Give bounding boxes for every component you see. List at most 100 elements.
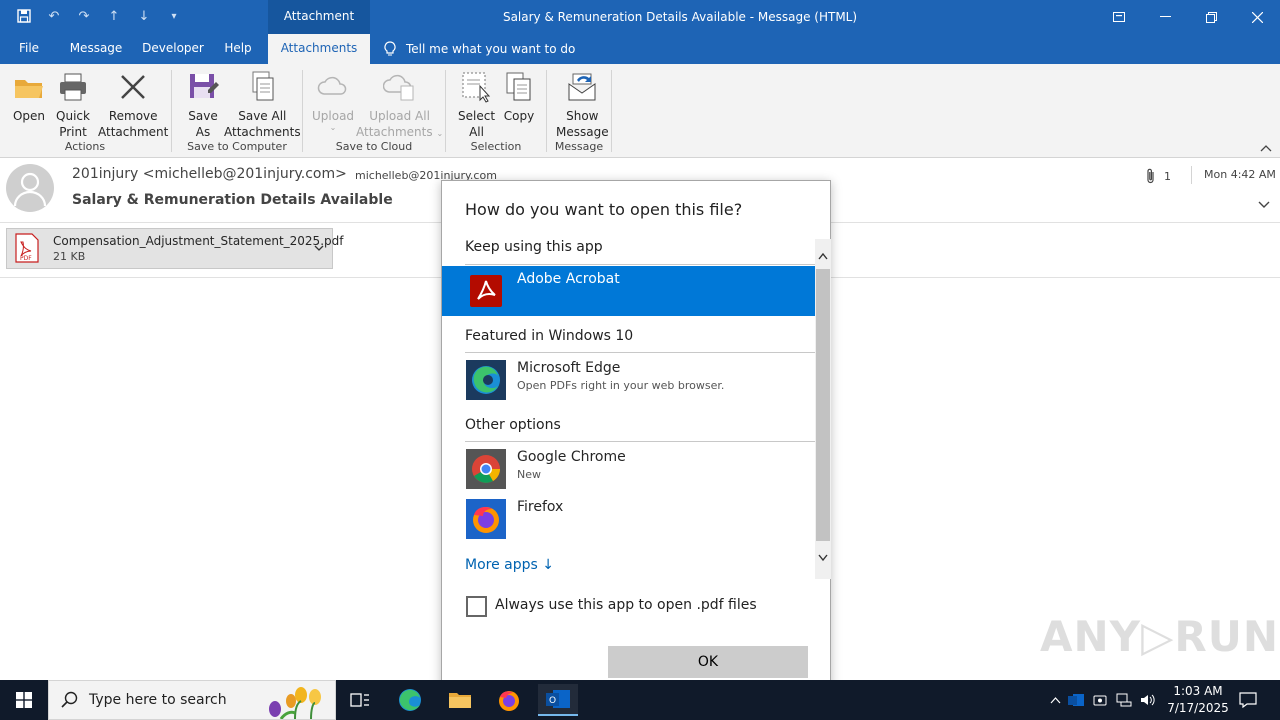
tab-developer[interactable]: Developer bbox=[138, 34, 208, 64]
ok-button[interactable]: OK bbox=[608, 646, 808, 678]
attachment-dropdown-icon[interactable] bbox=[314, 241, 324, 254]
always-use-checkbox[interactable] bbox=[466, 596, 487, 617]
cloud-icon bbox=[317, 76, 347, 95]
firefox-icon bbox=[466, 499, 506, 539]
app-option-google-chrome[interactable]: Google Chrome New bbox=[442, 444, 815, 494]
pdf-file-icon: PDF bbox=[15, 233, 39, 263]
arrow-up-icon[interactable]: ↑ bbox=[104, 6, 124, 26]
save-as-button[interactable]: Save As bbox=[186, 70, 220, 140]
arrow-down-icon[interactable]: ↓ bbox=[134, 6, 154, 26]
ribbon: Open Quick Print Remove Attachment Actio… bbox=[0, 64, 1280, 158]
clock-date: 7/17/2025 bbox=[1167, 701, 1229, 715]
taskbar: Type here to search O 1:03 AM 7/17/2025 bbox=[0, 680, 1280, 720]
tab-attachments[interactable]: Attachments bbox=[268, 34, 370, 64]
lightbulb-icon bbox=[384, 41, 396, 56]
outlook-tray-icon[interactable] bbox=[1064, 693, 1088, 707]
windows-logo-icon bbox=[16, 692, 32, 708]
group-label-save-to-computer: Save to Computer bbox=[187, 140, 287, 153]
undo-icon[interactable]: ↶ bbox=[44, 6, 64, 26]
message-date: Mon 4:42 AM bbox=[1204, 168, 1276, 181]
redo-icon[interactable]: ↷ bbox=[74, 6, 94, 26]
app-option-microsoft-edge[interactable]: Microsoft Edge Open PDFs right in your w… bbox=[442, 355, 815, 405]
tell-me-text: Tell me what you want to do bbox=[406, 41, 576, 56]
group-label-actions: Actions bbox=[64, 140, 106, 153]
copy-button[interactable]: Copy bbox=[502, 70, 536, 124]
attachment-name: Compensation_Adjustment_Statement_2025.p… bbox=[53, 234, 344, 248]
tab-file[interactable]: File bbox=[10, 34, 48, 64]
file-explorer-icon[interactable] bbox=[440, 684, 480, 716]
firefox-taskbar-icon[interactable] bbox=[489, 684, 529, 716]
taskbar-clock[interactable]: 1:03 AM 7/17/2025 bbox=[1160, 683, 1236, 717]
search-icon bbox=[61, 691, 78, 708]
taskbar-search-box[interactable]: Type here to search bbox=[48, 680, 336, 720]
show-message-button[interactable]: Show Message bbox=[556, 70, 609, 140]
show-hidden-icons-icon[interactable] bbox=[1046, 696, 1064, 704]
attachment-tools-context-label: Attachment Tools bbox=[268, 0, 370, 55]
volume-icon[interactable] bbox=[1136, 693, 1160, 707]
section-keep-using: Keep using this app bbox=[465, 239, 603, 255]
tray-app-icon[interactable] bbox=[1088, 693, 1112, 707]
more-apps-link[interactable]: More apps ↓ bbox=[465, 557, 554, 573]
printer-icon bbox=[60, 73, 86, 101]
microsoft-edge-icon bbox=[466, 360, 506, 400]
scroll-up-icon[interactable] bbox=[815, 249, 831, 269]
scrollbar-thumb[interactable] bbox=[816, 269, 830, 541]
app-name: Google Chrome bbox=[517, 449, 626, 465]
app-list-scrollbar[interactable] bbox=[815, 239, 831, 579]
collapse-ribbon-icon[interactable] bbox=[1260, 142, 1272, 155]
attachment-chip[interactable]: PDF Compensation_Adjustment_Statement_20… bbox=[6, 228, 343, 269]
tab-help[interactable]: Help bbox=[218, 34, 258, 64]
remove-attachment-button[interactable]: Remove Attachment bbox=[98, 70, 168, 140]
upload-all-attachments-button[interactable]: Upload All Attachments ⌄ bbox=[356, 70, 443, 142]
minimize-icon[interactable] bbox=[1142, 0, 1188, 34]
pdf-label: PDF bbox=[20, 255, 32, 262]
start-button[interactable] bbox=[0, 680, 48, 720]
expand-header-icon[interactable] bbox=[1258, 198, 1270, 212]
anyrun-watermark: ANY▷RUN bbox=[1040, 612, 1279, 661]
outlook-taskbar-icon[interactable]: O bbox=[538, 684, 578, 716]
section-divider bbox=[465, 352, 815, 353]
save-all-attachments-button[interactable]: Save All Attachments bbox=[224, 70, 301, 140]
clock-time: 1:03 AM bbox=[1173, 684, 1223, 698]
quick-print-button[interactable]: Quick Print bbox=[56, 70, 90, 140]
ribbon-tabs: File Message Developer Help Attachments … bbox=[0, 34, 1280, 64]
adobe-acrobat-icon bbox=[470, 275, 502, 307]
dropdown-caret-icon: ⌄ bbox=[436, 129, 444, 138]
save-as-icon bbox=[190, 74, 219, 98]
copy-icon bbox=[506, 72, 531, 101]
upload-button[interactable]: Upload ⌄ bbox=[312, 70, 354, 132]
search-highlight-flowers-icon bbox=[269, 687, 321, 719]
app-option-firefox[interactable]: Firefox bbox=[442, 494, 815, 544]
select-all-button[interactable]: Select All bbox=[458, 70, 495, 140]
ribbon-display-options-icon[interactable] bbox=[1096, 0, 1142, 34]
dialog-title: How do you want to open this file? bbox=[465, 200, 743, 219]
group-label-message: Message bbox=[554, 140, 604, 153]
avatar bbox=[6, 164, 54, 212]
task-view-icon[interactable] bbox=[340, 684, 380, 716]
app-name: Adobe Acrobat bbox=[517, 271, 620, 287]
window-controls bbox=[1096, 0, 1280, 34]
message-subject: Salary & Remuneration Details Available bbox=[72, 192, 393, 208]
attachment-count: 1 bbox=[1146, 168, 1171, 184]
window-title: Salary & Remuneration Details Available … bbox=[502, 10, 858, 24]
app-option-adobe-acrobat[interactable]: Adobe Acrobat bbox=[442, 266, 815, 316]
app-name: Firefox bbox=[517, 499, 564, 515]
tab-message[interactable]: Message bbox=[64, 34, 128, 64]
notifications-icon[interactable] bbox=[1228, 684, 1268, 716]
sender[interactable]: 201injury <michelleb@201injury.com> bbox=[72, 166, 347, 182]
google-chrome-icon bbox=[466, 449, 506, 489]
app-badge-new: New bbox=[517, 468, 541, 481]
restore-icon[interactable] bbox=[1188, 0, 1234, 34]
customize-qat-icon[interactable]: ▾ bbox=[164, 6, 184, 26]
scroll-down-icon[interactable] bbox=[815, 551, 831, 571]
remove-x-icon bbox=[121, 75, 146, 99]
system-tray bbox=[1046, 680, 1160, 720]
group-label-selection: Selection bbox=[470, 140, 522, 153]
save-icon[interactable] bbox=[14, 6, 34, 26]
group-divider bbox=[611, 70, 612, 152]
network-icon[interactable] bbox=[1112, 693, 1136, 707]
edge-taskbar-icon[interactable] bbox=[390, 684, 430, 716]
tell-me-box[interactable]: Tell me what you want to do bbox=[384, 34, 575, 64]
close-icon[interactable] bbox=[1234, 0, 1280, 34]
open-button[interactable]: Open bbox=[12, 70, 46, 124]
